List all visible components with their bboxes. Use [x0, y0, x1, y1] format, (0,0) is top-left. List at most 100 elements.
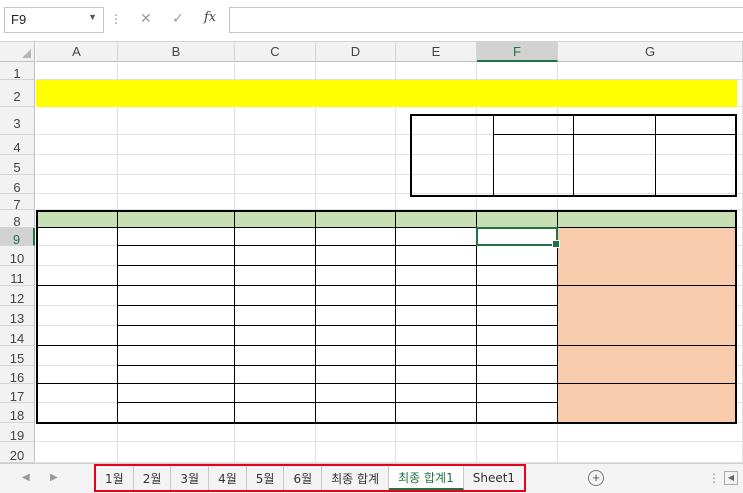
table-border [118, 402, 558, 403]
row-header-10[interactable]: 10 [0, 246, 35, 266]
y22-cell [316, 326, 396, 346]
row-header-4[interactable]: 4 [0, 135, 35, 155]
y21-cell [235, 228, 316, 246]
enter-icon[interactable]: ✓ [172, 10, 184, 27]
table-border [234, 210, 235, 423]
diff-cell [396, 346, 477, 366]
y22-cell [316, 403, 396, 423]
sheet-tabs: 1월 2월 3월 4월 5월 6월 최종 합계 최종 합계1 Sheet1 [94, 464, 527, 492]
table-header-5 [477, 210, 558, 228]
approval-label [410, 114, 493, 195]
region-cell [118, 228, 235, 246]
scroll-left-icon[interactable]: ◀ [724, 471, 738, 485]
diff-cell [396, 228, 477, 246]
row-header-15[interactable]: 15 [0, 346, 35, 366]
table-header-2 [235, 210, 316, 228]
diff-cell [396, 306, 477, 326]
row-header-17[interactable]: 17 [0, 384, 35, 404]
column-header-a[interactable]: A [36, 42, 118, 62]
row-header-8[interactable]: 8 [0, 210, 35, 229]
row-header-2[interactable]: 2 [0, 80, 35, 107]
region-cell [118, 384, 235, 403]
cancel-icon[interactable]: ✕ [140, 10, 152, 27]
row-header-13[interactable]: 13 [0, 306, 35, 326]
chevron-down-icon[interactable]: ▼ [88, 12, 97, 22]
sheet-tab-7[interactable]: 최종 합계1 [389, 466, 464, 490]
row-header-1[interactable]: 1 [0, 62, 35, 81]
column-header-b[interactable]: B [118, 42, 235, 62]
diff-cell [396, 266, 477, 286]
table-border [118, 383, 558, 384]
region-cell [118, 346, 235, 366]
table-header-4 [396, 210, 477, 228]
sheet-tab-2[interactable]: 3월 [171, 466, 210, 490]
gridline [36, 154, 743, 155]
table-border [118, 325, 558, 326]
row-header-19[interactable]: 19 [0, 423, 35, 443]
table-border [735, 210, 737, 424]
y22-cell [316, 306, 396, 326]
selected-cell-f9[interactable] [476, 227, 560, 248]
scroll-left-icon[interactable]: ◀ [22, 472, 30, 483]
table-border [558, 383, 737, 384]
table-border [558, 345, 737, 346]
column-header-g[interactable]: G [558, 42, 743, 62]
row-header-5[interactable]: 5 [0, 155, 35, 175]
y21-cell [235, 366, 316, 384]
box-border [493, 134, 737, 135]
name-box-value: F9 [11, 12, 27, 27]
sheet-tab-5[interactable]: 6월 [284, 466, 323, 490]
table-border [36, 285, 118, 286]
sheet-tab-4[interactable]: 5월 [246, 466, 285, 490]
diff-cell [396, 246, 477, 266]
more-icon: ⋮ [110, 12, 122, 26]
sheet-tab-0[interactable]: 1월 [96, 466, 134, 490]
column-header-d[interactable]: D [316, 42, 396, 62]
row-header-16[interactable]: 16 [0, 366, 35, 385]
table-header-0 [36, 210, 118, 228]
region-cell [118, 306, 235, 326]
formula-input[interactable] [229, 7, 743, 33]
add-sheet-icon[interactable]: + [588, 470, 604, 486]
team-cell [36, 384, 118, 423]
y22-cell [316, 366, 396, 384]
row-header-12[interactable]: 12 [0, 286, 35, 306]
region-cell [118, 326, 235, 346]
row-header-18[interactable]: 18 [0, 403, 35, 423]
diff-cell [396, 384, 477, 403]
region-cell [118, 246, 235, 266]
row-header-11[interactable]: 11 [0, 266, 35, 286]
row-header-7[interactable]: 7 [0, 194, 35, 212]
region-cell [118, 403, 235, 423]
column-header-c[interactable]: C [235, 42, 316, 62]
sheet-tab-8[interactable]: Sheet1 [463, 466, 525, 490]
insert-function-icon[interactable]: fx [204, 10, 216, 25]
column-header-f[interactable]: F [477, 42, 558, 62]
table-border [118, 305, 558, 306]
table-border [118, 285, 558, 286]
gridline [36, 441, 743, 442]
row-header-3[interactable]: 3 [0, 107, 35, 135]
y21-cell [235, 266, 316, 286]
row-header-20[interactable]: 20 [0, 442, 35, 463]
table-border [118, 345, 558, 346]
worksheet-grid[interactable]: A B C D E F G 1 2 3 4 5 6 7 8 9 10 11 12 13 14 15 16 17 18 19 20 [0, 42, 743, 463]
y22-cell [316, 384, 396, 403]
region-cell [118, 366, 235, 384]
table-header-3 [316, 210, 396, 228]
approval-role-2 [655, 114, 737, 134]
y22-cell [316, 266, 396, 286]
select-all-button[interactable] [0, 42, 35, 62]
scroll-right-icon[interactable]: ▶ [50, 472, 58, 483]
row-header-6[interactable]: 6 [0, 175, 35, 195]
y21-cell [235, 246, 316, 266]
row-header-9[interactable]: 9 [0, 228, 35, 247]
sheet-tab-3[interactable]: 4월 [209, 466, 247, 490]
row-header-14[interactable]: 14 [0, 326, 35, 346]
sheet-tab-6[interactable]: 최종 합계 [322, 466, 390, 490]
name-box[interactable]: F9 ▼ [4, 7, 104, 33]
table-border [36, 210, 38, 423]
sheet-tab-1[interactable]: 2월 [133, 466, 172, 490]
y21-cell [235, 286, 316, 306]
column-header-e[interactable]: E [396, 42, 477, 62]
